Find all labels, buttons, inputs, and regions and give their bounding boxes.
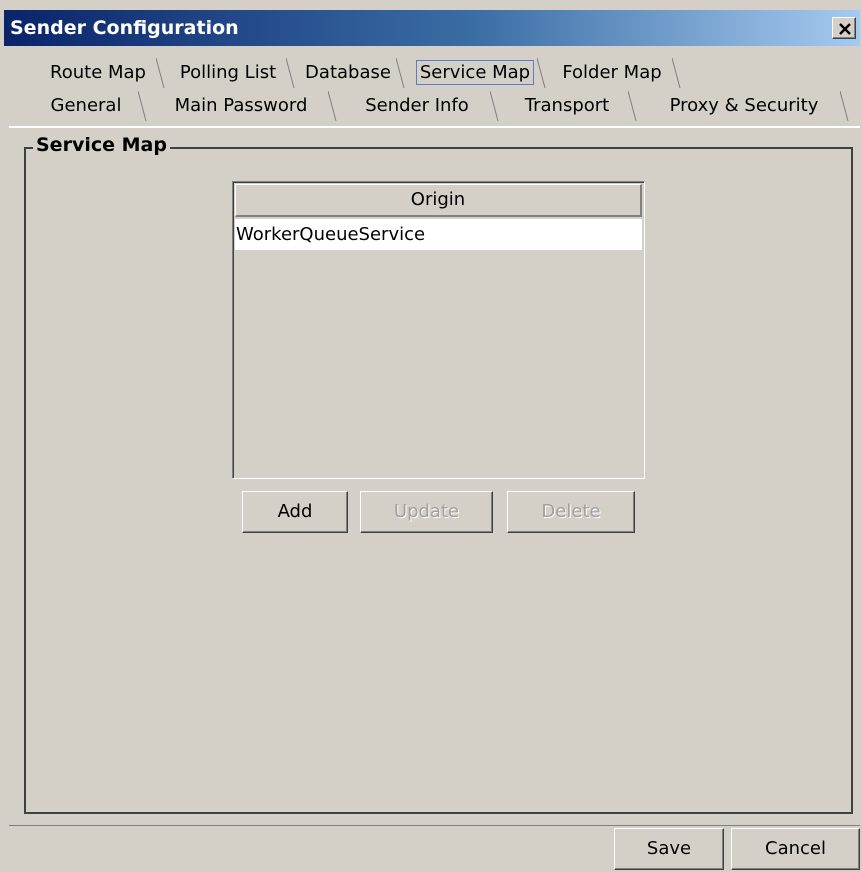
tab-label: Folder Map — [562, 62, 662, 83]
tab-sender-info[interactable]: Sender Info — [340, 91, 499, 121]
cancel-button[interactable]: Cancel — [731, 828, 860, 870]
title-bar: Sender Configuration — [4, 10, 860, 46]
column-header-origin[interactable]: Origin — [235, 184, 642, 217]
tab-label: Service Map — [415, 60, 535, 85]
tab-label: Main Password — [174, 95, 308, 116]
tab-label: Transport — [524, 95, 610, 116]
group-title: Service Map — [33, 133, 170, 157]
tab-service-map[interactable]: Service Map — [409, 58, 546, 88]
tab-folder-map[interactable]: Folder Map — [548, 58, 681, 88]
close-button[interactable] — [832, 17, 856, 39]
tab-label: Database — [305, 62, 391, 83]
tab-row-top: Route Map Polling List Database Service … — [0, 58, 862, 88]
tab-label: Sender Info — [365, 95, 469, 116]
tab-label: Proxy & Security — [669, 95, 819, 116]
footer-divider — [9, 825, 860, 826]
tab-label: Route Map — [50, 62, 146, 83]
delete-button[interactable]: Delete — [507, 491, 635, 533]
update-button[interactable]: Update — [360, 491, 493, 533]
tab-database[interactable]: Database — [296, 58, 405, 88]
tab-row-bottom: General Main Password Sender Info Transp… — [0, 91, 862, 121]
origin-list[interactable]: Origin WorkerQueueService — [232, 181, 645, 479]
close-icon — [839, 23, 851, 35]
window-title: Sender Configuration — [10, 17, 239, 39]
list-item[interactable]: WorkerQueueService — [235, 219, 642, 250]
tab-transport[interactable]: Transport — [502, 91, 637, 121]
tab-route-map[interactable]: Route Map — [36, 58, 165, 88]
tab-label: Polling List — [179, 62, 277, 83]
tab-general[interactable]: General — [30, 91, 147, 121]
sender-configuration-dialog: Sender Configuration Route Map Polling L… — [0, 0, 862, 872]
save-button[interactable]: Save — [614, 828, 724, 870]
add-button[interactable]: Add — [242, 491, 348, 533]
tab-label: General — [50, 95, 122, 116]
tab-proxy-security[interactable]: Proxy & Security — [644, 91, 849, 121]
tab-polling-list[interactable]: Polling List — [166, 58, 295, 88]
tab-main-password[interactable]: Main Password — [150, 91, 337, 121]
